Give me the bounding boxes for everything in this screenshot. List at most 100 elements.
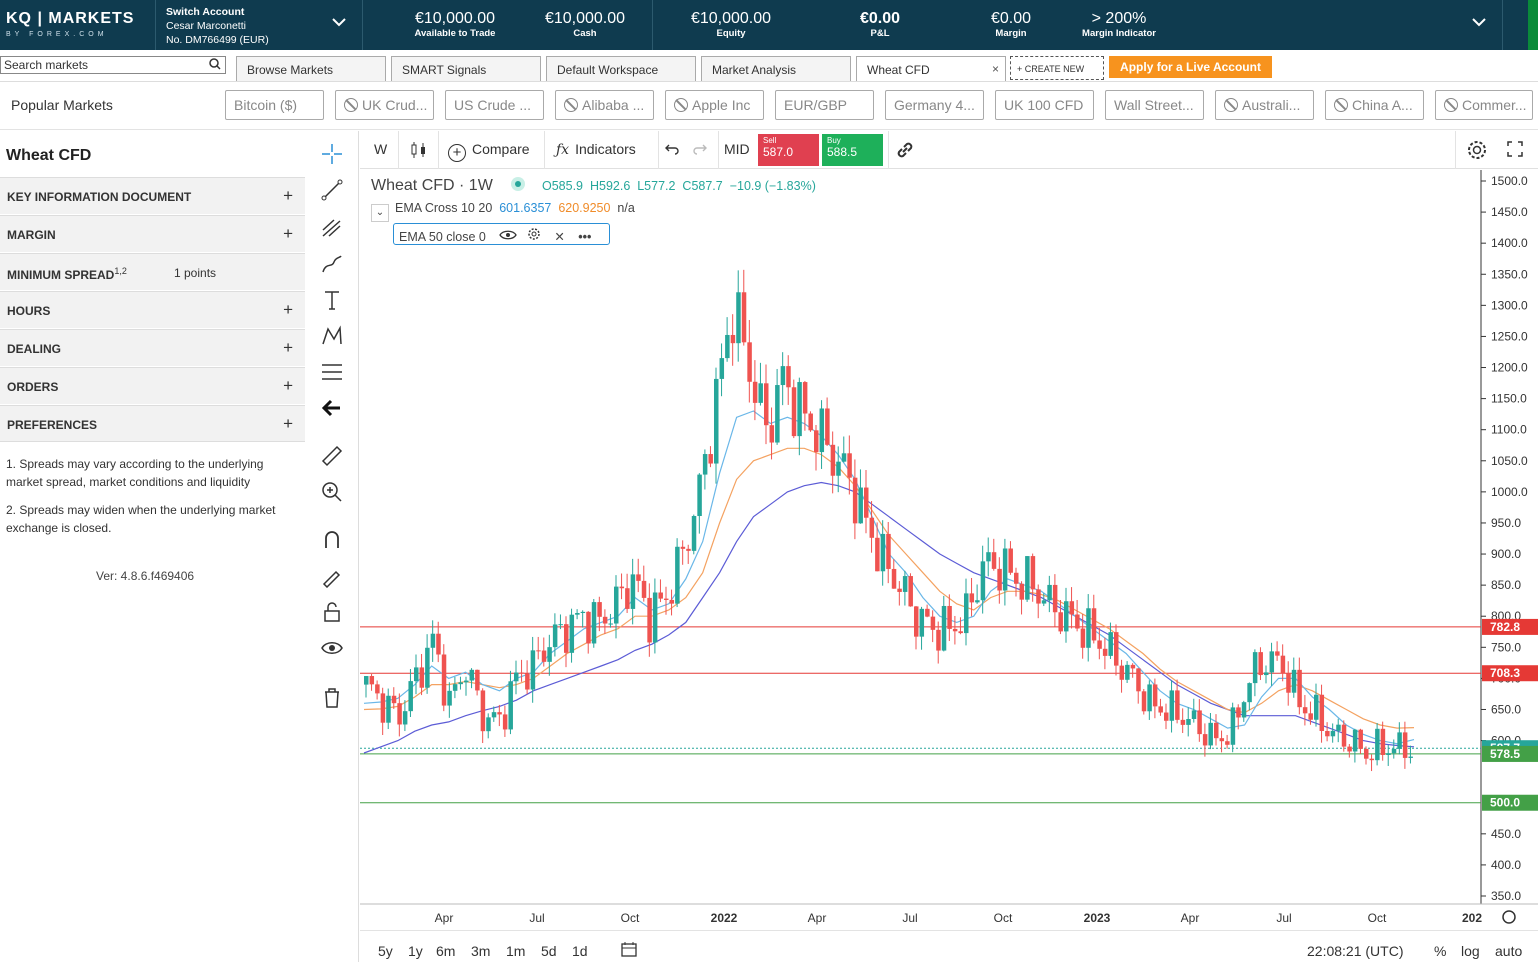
market-chip[interactable]: UK Crud... (335, 90, 434, 120)
section-dealing[interactable]: DEALING + (0, 329, 305, 366)
market-chip[interactable]: Apple Inc (665, 90, 764, 120)
market-chip[interactable]: Bitcoin ($) (225, 90, 324, 120)
eye-icon[interactable] (499, 230, 520, 244)
tab-market-analysis[interactable]: Market Analysis (701, 56, 851, 81)
range-3m[interactable]: 3m (471, 943, 490, 959)
trash-icon[interactable] (319, 685, 345, 711)
indicators-button[interactable]: ƒx Indicators (556, 141, 636, 158)
trend-line-icon[interactable] (319, 177, 345, 203)
plus-icon[interactable]: + (283, 338, 293, 358)
mid-label[interactable]: MID (724, 141, 750, 157)
range-1m[interactable]: 1m (506, 943, 525, 959)
range-5y[interactable]: 5y (378, 943, 393, 959)
candle-body (1408, 756, 1413, 758)
close-icon[interactable]: × (992, 62, 999, 76)
pencil-lock-icon[interactable] (319, 563, 345, 589)
market-chip[interactable]: Commer... (1435, 90, 1533, 120)
auto-toggle[interactable]: auto (1495, 943, 1522, 959)
tab-browse-markets[interactable]: Browse Markets (236, 56, 386, 81)
text-tool-icon[interactable] (319, 287, 345, 313)
section-orders[interactable]: ORDERS + (0, 367, 305, 404)
back-arrow-icon[interactable] (319, 395, 345, 421)
eye-icon[interactable] (319, 635, 345, 661)
pattern-icon[interactable] (319, 323, 345, 349)
candles-icon[interactable] (410, 140, 428, 163)
market-chip[interactable]: Germany 4... (885, 90, 984, 120)
section-margin[interactable]: MARGIN + (0, 215, 305, 252)
market-chip[interactable]: Alibaba ... (555, 90, 654, 120)
crosshair-icon[interactable] (319, 141, 345, 167)
divider (155, 0, 156, 50)
candle-body (1236, 707, 1241, 718)
plus-icon[interactable]: + (283, 300, 293, 320)
divider (544, 131, 545, 169)
percent-toggle[interactable]: % (1434, 943, 1446, 959)
range-6m[interactable]: 6m (436, 943, 455, 959)
candle-body (719, 358, 725, 379)
clock-time[interactable]: 22:08:21 (UTC) (1307, 943, 1403, 959)
compare-button[interactable]: + Compare (448, 141, 530, 162)
market-chip[interactable]: EUR/GBP (775, 90, 874, 120)
price-chart[interactable]: 1500.0 1450.0 1400.0 1350.0 1300.0 1250.0 1200… (360, 170, 1538, 930)
unlock-icon[interactable] (319, 599, 345, 625)
candle-body (1125, 664, 1130, 680)
gear-icon[interactable] (527, 228, 541, 244)
buy-button[interactable]: Buy 588.5 (822, 134, 883, 166)
tab-smart-signals[interactable]: SMART Signals (391, 56, 541, 81)
create-new-button[interactable]: + CREATE NEW (1010, 56, 1104, 80)
candle-body (891, 568, 897, 589)
fullscreen-icon[interactable] (1506, 140, 1524, 161)
tab-wheat-cfd[interactable]: Wheat CFD × (856, 56, 1006, 81)
magnet-icon[interactable] (319, 527, 345, 553)
market-chip[interactable]: Wall Street... (1105, 90, 1204, 120)
compare-label: Compare (472, 141, 530, 157)
undo-icon[interactable] (664, 141, 680, 160)
section-preferences[interactable]: PREFERENCES + (0, 405, 305, 442)
sell-button[interactable]: Sell 587.0 (758, 134, 819, 166)
more-icon[interactable]: ••• (578, 230, 591, 244)
market-chip[interactable]: Australi... (1215, 90, 1314, 120)
gear-icon[interactable] (1466, 139, 1488, 164)
interval-button[interactable]: W (374, 141, 387, 157)
brush-icon[interactable] (319, 251, 345, 277)
pitchfork-icon[interactable] (319, 215, 345, 241)
market-chip[interactable]: China A... (1325, 90, 1424, 120)
candle-body (491, 712, 497, 718)
chevron-down-icon[interactable] (332, 14, 346, 32)
plus-icon[interactable]: + (283, 224, 293, 244)
candle-body (1264, 672, 1269, 676)
plus-icon[interactable]: + (283, 186, 293, 206)
market-chip[interactable]: US Crude ... (445, 90, 544, 120)
redo-icon[interactable] (692, 141, 708, 160)
fib-icon[interactable] (319, 359, 345, 385)
ruler-icon[interactable] (319, 443, 345, 469)
close-icon[interactable]: ✕ (554, 230, 564, 244)
account-switcher[interactable]: Switch Account Cesar Marconetti No. DM76… (166, 5, 269, 47)
calendar-goto-icon[interactable] (621, 941, 639, 960)
price-axis[interactable]: 1500.0 1450.0 1400.0 1350.0 1300.0 1250.0 1200… (1481, 174, 1528, 903)
zoom-in-icon[interactable] (319, 479, 345, 505)
search-icon[interactable] (209, 58, 221, 73)
link-icon[interactable] (894, 139, 916, 164)
candle-body (741, 292, 747, 343)
plus-icon[interactable]: + (283, 376, 293, 396)
plus-icon[interactable]: + (283, 414, 293, 434)
range-5d[interactable]: 5d (541, 943, 557, 959)
apply-live-account-button[interactable]: Apply for a Live Account (1109, 56, 1272, 78)
range-1y[interactable]: 1y (408, 943, 423, 959)
section-key-info[interactable]: KEY INFORMATION DOCUMENT + (0, 177, 305, 214)
gear-icon[interactable] (1502, 910, 1516, 924)
search-input[interactable]: Search markets (0, 56, 226, 74)
section-hours[interactable]: HOURS + (0, 291, 305, 328)
time-axis[interactable]: Apr Jul Oct 2022 Apr Jul Oct 2023 Apr Jul Oct 202 (435, 911, 1483, 925)
market-chip[interactable]: UK 100 CFD (995, 90, 1094, 120)
settings-gear[interactable] (1502, 910, 1516, 924)
collapse-icon[interactable]: ⌄ (371, 204, 389, 222)
chevron-down-icon[interactable] (1472, 14, 1486, 32)
range-1d[interactable]: 1d (572, 943, 588, 959)
brand-logo[interactable]: KQ | MARKETS (6, 10, 134, 28)
ema50-legend[interactable]: EMA 50 close 0 ✕ ••• (393, 223, 610, 245)
tab-default-workspace[interactable]: Default Workspace (546, 56, 696, 81)
log-toggle[interactable]: log (1461, 943, 1480, 959)
candle-body (625, 588, 630, 609)
